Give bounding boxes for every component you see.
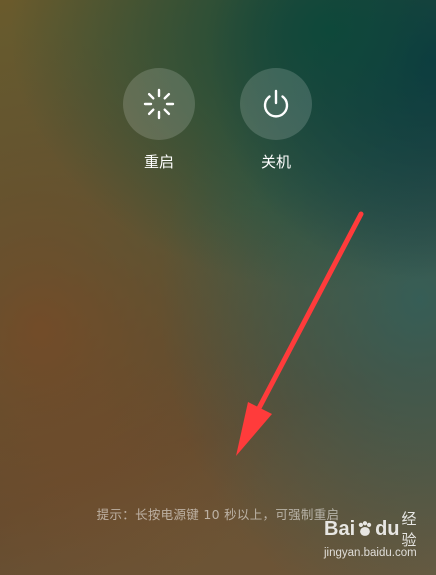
reboot-button[interactable]	[123, 68, 195, 140]
power-icon	[258, 86, 294, 122]
watermark-url: jingyan.baidu.com	[324, 547, 417, 559]
red-arrow-annotation	[236, 211, 364, 456]
paw-icon	[358, 521, 372, 536]
shutdown-button[interactable]	[240, 68, 312, 140]
power-menu-screen: 重启 关机 提示：长按电源键 10 秒以上，可强制重启 Bai du 经验 ji…	[0, 0, 436, 575]
loading-spinner-icon	[141, 86, 177, 122]
reboot-label: 重启	[143, 153, 174, 171]
watermark-brand-cn: 经验	[401, 511, 417, 549]
shutdown-label: 关机	[260, 153, 291, 171]
baidu-jingyan-watermark: Bai du 经验 jingyan.baidu.com	[324, 511, 426, 568]
watermark-brand-left: Bai	[324, 517, 356, 540]
watermark-brand-right: du	[375, 517, 400, 540]
